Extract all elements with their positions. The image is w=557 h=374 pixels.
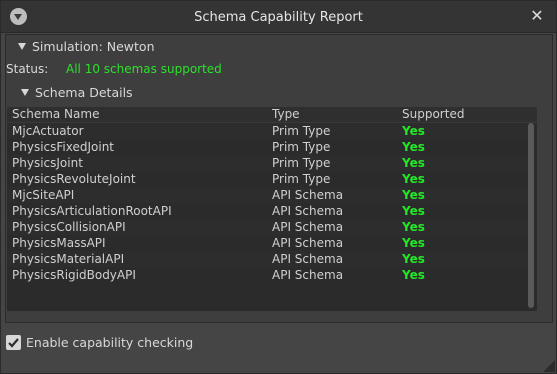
type-cell: Prim Type	[272, 124, 331, 138]
supported-cell: Yes	[402, 188, 425, 202]
type-cell: API Schema	[272, 188, 344, 202]
resize-grip-icon[interactable]	[543, 360, 555, 372]
table-row[interactable]: PhysicsCollisionAPI API Schema Yes	[7, 219, 531, 235]
table-body: MjcActuator Prim Type Yes PhysicsFixedJoin…	[7, 123, 531, 283]
collapse-triangle-icon	[21, 89, 29, 96]
supported-cell: Yes	[402, 172, 425, 186]
vertical-scrollbar[interactable]	[528, 123, 534, 308]
simulation-header-label: Simulation: Newton	[32, 39, 155, 54]
table-row[interactable]: MjcActuator Prim Type Yes	[7, 123, 531, 139]
simulation-section-header[interactable]: Simulation: Newton	[18, 39, 155, 55]
supported-cell: Yes	[402, 156, 425, 170]
type-cell: API Schema	[272, 236, 344, 250]
schema-name-cell: PhysicsRigidBodyAPI	[12, 268, 136, 282]
column-header-supported[interactable]: Supported	[402, 107, 464, 122]
status-label: Status:	[6, 62, 49, 76]
table-row[interactable]: PhysicsRigidBodyAPI API Schema Yes	[7, 267, 531, 283]
table-row[interactable]: PhysicsMaterialAPI API Schema Yes	[7, 251, 531, 267]
status-value: All 10 schemas supported	[66, 62, 222, 76]
schema-name-cell: MjcSiteAPI	[12, 188, 75, 202]
table-row[interactable]: MjcSiteAPI API Schema Yes	[7, 187, 531, 203]
schema-capability-window: Schema Capability Report ✕ Simulation: N…	[0, 0, 557, 374]
schema-name-cell: PhysicsCollisionAPI	[12, 220, 126, 234]
type-cell: API Schema	[272, 252, 344, 266]
table-row[interactable]: PhysicsRevoluteJoint Prim Type Yes	[7, 171, 531, 187]
schema-name-cell: PhysicsJoint	[12, 156, 83, 170]
supported-cell: Yes	[402, 252, 425, 266]
type-cell: API Schema	[272, 220, 344, 234]
table-header: Schema Name Type Supported	[7, 107, 537, 123]
schema-name-cell: PhysicsArticulationRootAPI	[12, 204, 172, 218]
supported-cell: Yes	[402, 124, 425, 138]
schema-name-cell: PhysicsMaterialAPI	[12, 252, 125, 266]
column-header-type[interactable]: Type	[272, 107, 300, 122]
supported-cell: Yes	[402, 220, 425, 234]
table-row[interactable]: PhysicsJoint Prim Type Yes	[7, 155, 531, 171]
schema-name-cell: PhysicsMassAPI	[12, 236, 106, 250]
type-cell: Prim Type	[272, 156, 331, 170]
supported-cell: Yes	[402, 140, 425, 154]
table-row[interactable]: PhysicsMassAPI API Schema Yes	[7, 235, 531, 251]
supported-cell: Yes	[402, 236, 425, 250]
collapse-triangle-icon	[18, 43, 26, 50]
schema-table: Schema Name Type Supported MjcActuator Pr…	[7, 107, 537, 311]
column-header-schema-name[interactable]: Schema Name	[12, 107, 99, 122]
checkbox-label: Enable capability checking	[26, 335, 194, 350]
window-title: Schema Capability Report	[194, 10, 363, 25]
checkbox-checked-icon[interactable]	[6, 335, 21, 350]
schema-name-cell: MjcActuator	[12, 124, 84, 138]
supported-cell: Yes	[402, 268, 425, 282]
type-cell: API Schema	[272, 204, 344, 218]
type-cell: API Schema	[272, 268, 344, 282]
title-bar[interactable]: Schema Capability Report ✕	[1, 1, 556, 33]
schema-details-label: Schema Details	[35, 85, 133, 100]
schema-details-header[interactable]: Schema Details	[21, 85, 133, 101]
table-row[interactable]: PhysicsArticulationRootAPI API Schema Yes	[7, 203, 531, 219]
schema-name-cell: PhysicsFixedJoint	[12, 140, 114, 154]
type-cell: Prim Type	[272, 140, 331, 154]
schema-name-cell: PhysicsRevoluteJoint	[12, 172, 136, 186]
supported-cell: Yes	[402, 204, 425, 218]
type-cell: Prim Type	[272, 172, 331, 186]
table-row[interactable]: PhysicsFixedJoint Prim Type Yes	[7, 139, 531, 155]
close-icon[interactable]: ✕	[528, 7, 546, 25]
